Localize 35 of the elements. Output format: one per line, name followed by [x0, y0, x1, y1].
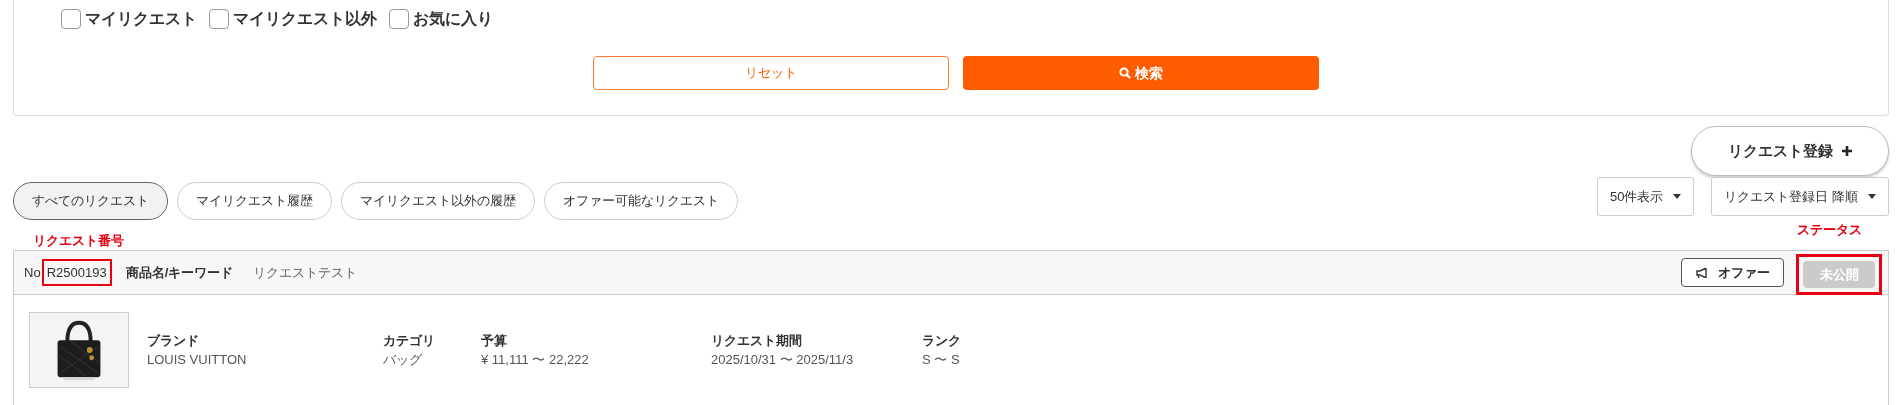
checkbox[interactable] — [389, 9, 409, 29]
search-icon — [1119, 67, 1131, 79]
plus-icon — [1840, 145, 1853, 157]
field-value: バッグ — [383, 351, 423, 369]
field-value: S 〜 S — [922, 351, 961, 369]
filter-tab[interactable]: マイリクエスト以外の履歴 — [341, 182, 535, 220]
checkbox[interactable] — [209, 9, 229, 29]
filter-tab[interactable]: オファー可能なリクエスト — [544, 182, 738, 220]
field-label: ブランド — [147, 331, 200, 350]
field-label: リクエスト期間 — [711, 331, 803, 350]
annotation-label: リクエスト番号 — [33, 234, 124, 247]
field-value: LOUIS VUITTON — [147, 351, 248, 369]
caret-icon — [1868, 194, 1876, 199]
checkbox-label[interactable]: マイリクエスト以外 — [233, 7, 377, 31]
offer-button[interactable]: オファー — [1681, 258, 1784, 287]
checkbox-label[interactable]: マイリクエスト — [85, 7, 197, 31]
field-label: ランク — [922, 331, 962, 350]
checkbox[interactable] — [61, 9, 81, 29]
filter-tab[interactable]: すべてのリクエスト — [13, 182, 168, 220]
field-value: ¥ 11,111 〜 22,222 — [481, 351, 590, 369]
keyword-value: リクエストテスト — [253, 263, 358, 282]
field-value: 2025/10/31 〜 2025/11/3 — [711, 351, 855, 369]
annotation-label: ステータス — [1797, 223, 1862, 236]
megaphone-icon — [1695, 267, 1708, 278]
register-request-button[interactable]: リクエスト登録 — [1691, 126, 1889, 176]
field-label: 予算 — [481, 331, 508, 350]
sort-dropdown[interactable]: リクエスト登録日 降順 — [1711, 177, 1889, 216]
request-number: R2500193 — [41, 258, 112, 287]
sort-dropdown[interactable]: 50件表示 — [1596, 177, 1695, 216]
keyword-label: 商品名/キーワード — [125, 263, 234, 282]
filter-tab[interactable]: マイリクエスト履歴 — [177, 182, 332, 220]
no-label: No — [24, 263, 41, 282]
checkbox-label[interactable]: お気に入り — [413, 7, 493, 31]
caret-icon — [1673, 194, 1682, 199]
field-label: カテゴリ — [383, 331, 436, 350]
